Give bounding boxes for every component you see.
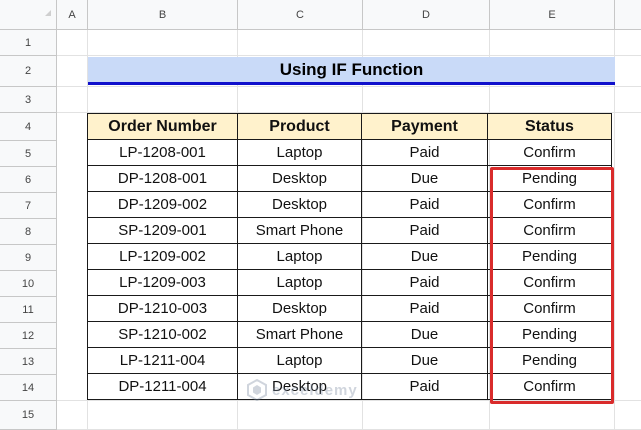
cell-order-number[interactable]: LP-1209-003 xyxy=(87,269,238,296)
cell-product[interactable]: Smart Phone xyxy=(237,217,362,244)
cell-payment[interactable]: Due xyxy=(361,165,488,192)
table-row: LP-1208-001 Laptop Paid Confirm xyxy=(87,139,612,166)
cell-payment[interactable]: Paid xyxy=(361,191,488,218)
column-header-a[interactable]: A xyxy=(57,0,88,30)
sheet-title: Using IF Function xyxy=(88,57,615,85)
cell-product[interactable]: Laptop xyxy=(237,139,362,166)
select-all-corner[interactable] xyxy=(0,0,57,30)
column-header-e[interactable]: E xyxy=(490,0,615,30)
gridline xyxy=(614,30,615,430)
gridline xyxy=(57,86,641,87)
row-header-6[interactable]: 6 xyxy=(0,167,57,193)
cell-order-number[interactable]: LP-1209-002 xyxy=(87,243,238,270)
cell-product[interactable]: Laptop xyxy=(237,243,362,270)
row-header-1[interactable]: 1 xyxy=(0,30,57,56)
header-product[interactable]: Product xyxy=(237,113,362,140)
cell-payment[interactable]: Paid xyxy=(361,139,488,166)
cell-order-number[interactable]: DP-1210-003 xyxy=(87,295,238,322)
status-highlight-box xyxy=(490,167,614,404)
cell-product[interactable]: Desktop xyxy=(237,165,362,192)
column-header-b[interactable]: B xyxy=(88,0,238,30)
cell-product[interactable]: Desktop xyxy=(237,191,362,218)
row-header-12[interactable]: 12 xyxy=(0,323,57,349)
cell-payment[interactable]: Paid xyxy=(361,295,488,322)
row-header-7[interactable]: 7 xyxy=(0,193,57,219)
header-status[interactable]: Status xyxy=(487,113,612,140)
gridline xyxy=(57,55,641,56)
row-header-3[interactable]: 3 xyxy=(0,87,57,113)
cell-status[interactable]: Confirm xyxy=(487,139,612,166)
cell-order-number[interactable]: DP-1208-001 xyxy=(87,165,238,192)
cell-payment[interactable]: Due xyxy=(361,321,488,348)
row-header-4[interactable]: 4 xyxy=(0,113,57,141)
row-header-2[interactable]: 2 xyxy=(0,56,57,87)
cell-payment[interactable]: Paid xyxy=(361,373,488,400)
cell-order-number[interactable]: DP-1211-004 xyxy=(87,373,238,400)
cell-product[interactable]: Desktop xyxy=(237,373,362,400)
cell-payment[interactable]: Paid xyxy=(361,269,488,296)
cell-product[interactable]: Laptop xyxy=(237,269,362,296)
table-header-row: Order Number Product Payment Status xyxy=(87,113,612,140)
row-header-8[interactable]: 8 xyxy=(0,219,57,245)
row-header-10[interactable]: 10 xyxy=(0,271,57,297)
cell-order-number[interactable]: SP-1210-002 xyxy=(87,321,238,348)
row-header-11[interactable]: 11 xyxy=(0,297,57,323)
column-header-d[interactable]: D xyxy=(363,0,490,30)
cell-product[interactable]: Laptop xyxy=(237,347,362,374)
cell-payment[interactable]: Paid xyxy=(361,217,488,244)
row-header-13[interactable]: 13 xyxy=(0,349,57,375)
cell-payment[interactable]: Due xyxy=(361,347,488,374)
row-header-15[interactable]: 15 xyxy=(0,401,57,430)
cell-order-number[interactable]: LP-1211-004 xyxy=(87,347,238,374)
cell-payment[interactable]: Due xyxy=(361,243,488,270)
column-header-f[interactable] xyxy=(615,0,641,30)
row-header-5[interactable]: 5 xyxy=(0,141,57,167)
header-payment[interactable]: Payment xyxy=(361,113,488,140)
corner-triangle-icon xyxy=(45,10,51,16)
cell-order-number[interactable]: SP-1209-001 xyxy=(87,217,238,244)
cell-order-number[interactable]: DP-1209-002 xyxy=(87,191,238,218)
cell-product[interactable]: Desktop xyxy=(237,295,362,322)
column-header-c[interactable]: C xyxy=(238,0,363,30)
cell-product[interactable]: Smart Phone xyxy=(237,321,362,348)
cell-order-number[interactable]: LP-1208-001 xyxy=(87,139,238,166)
header-order-number[interactable]: Order Number xyxy=(87,113,238,140)
row-header-9[interactable]: 9 xyxy=(0,245,57,271)
row-header-14[interactable]: 14 xyxy=(0,375,57,401)
